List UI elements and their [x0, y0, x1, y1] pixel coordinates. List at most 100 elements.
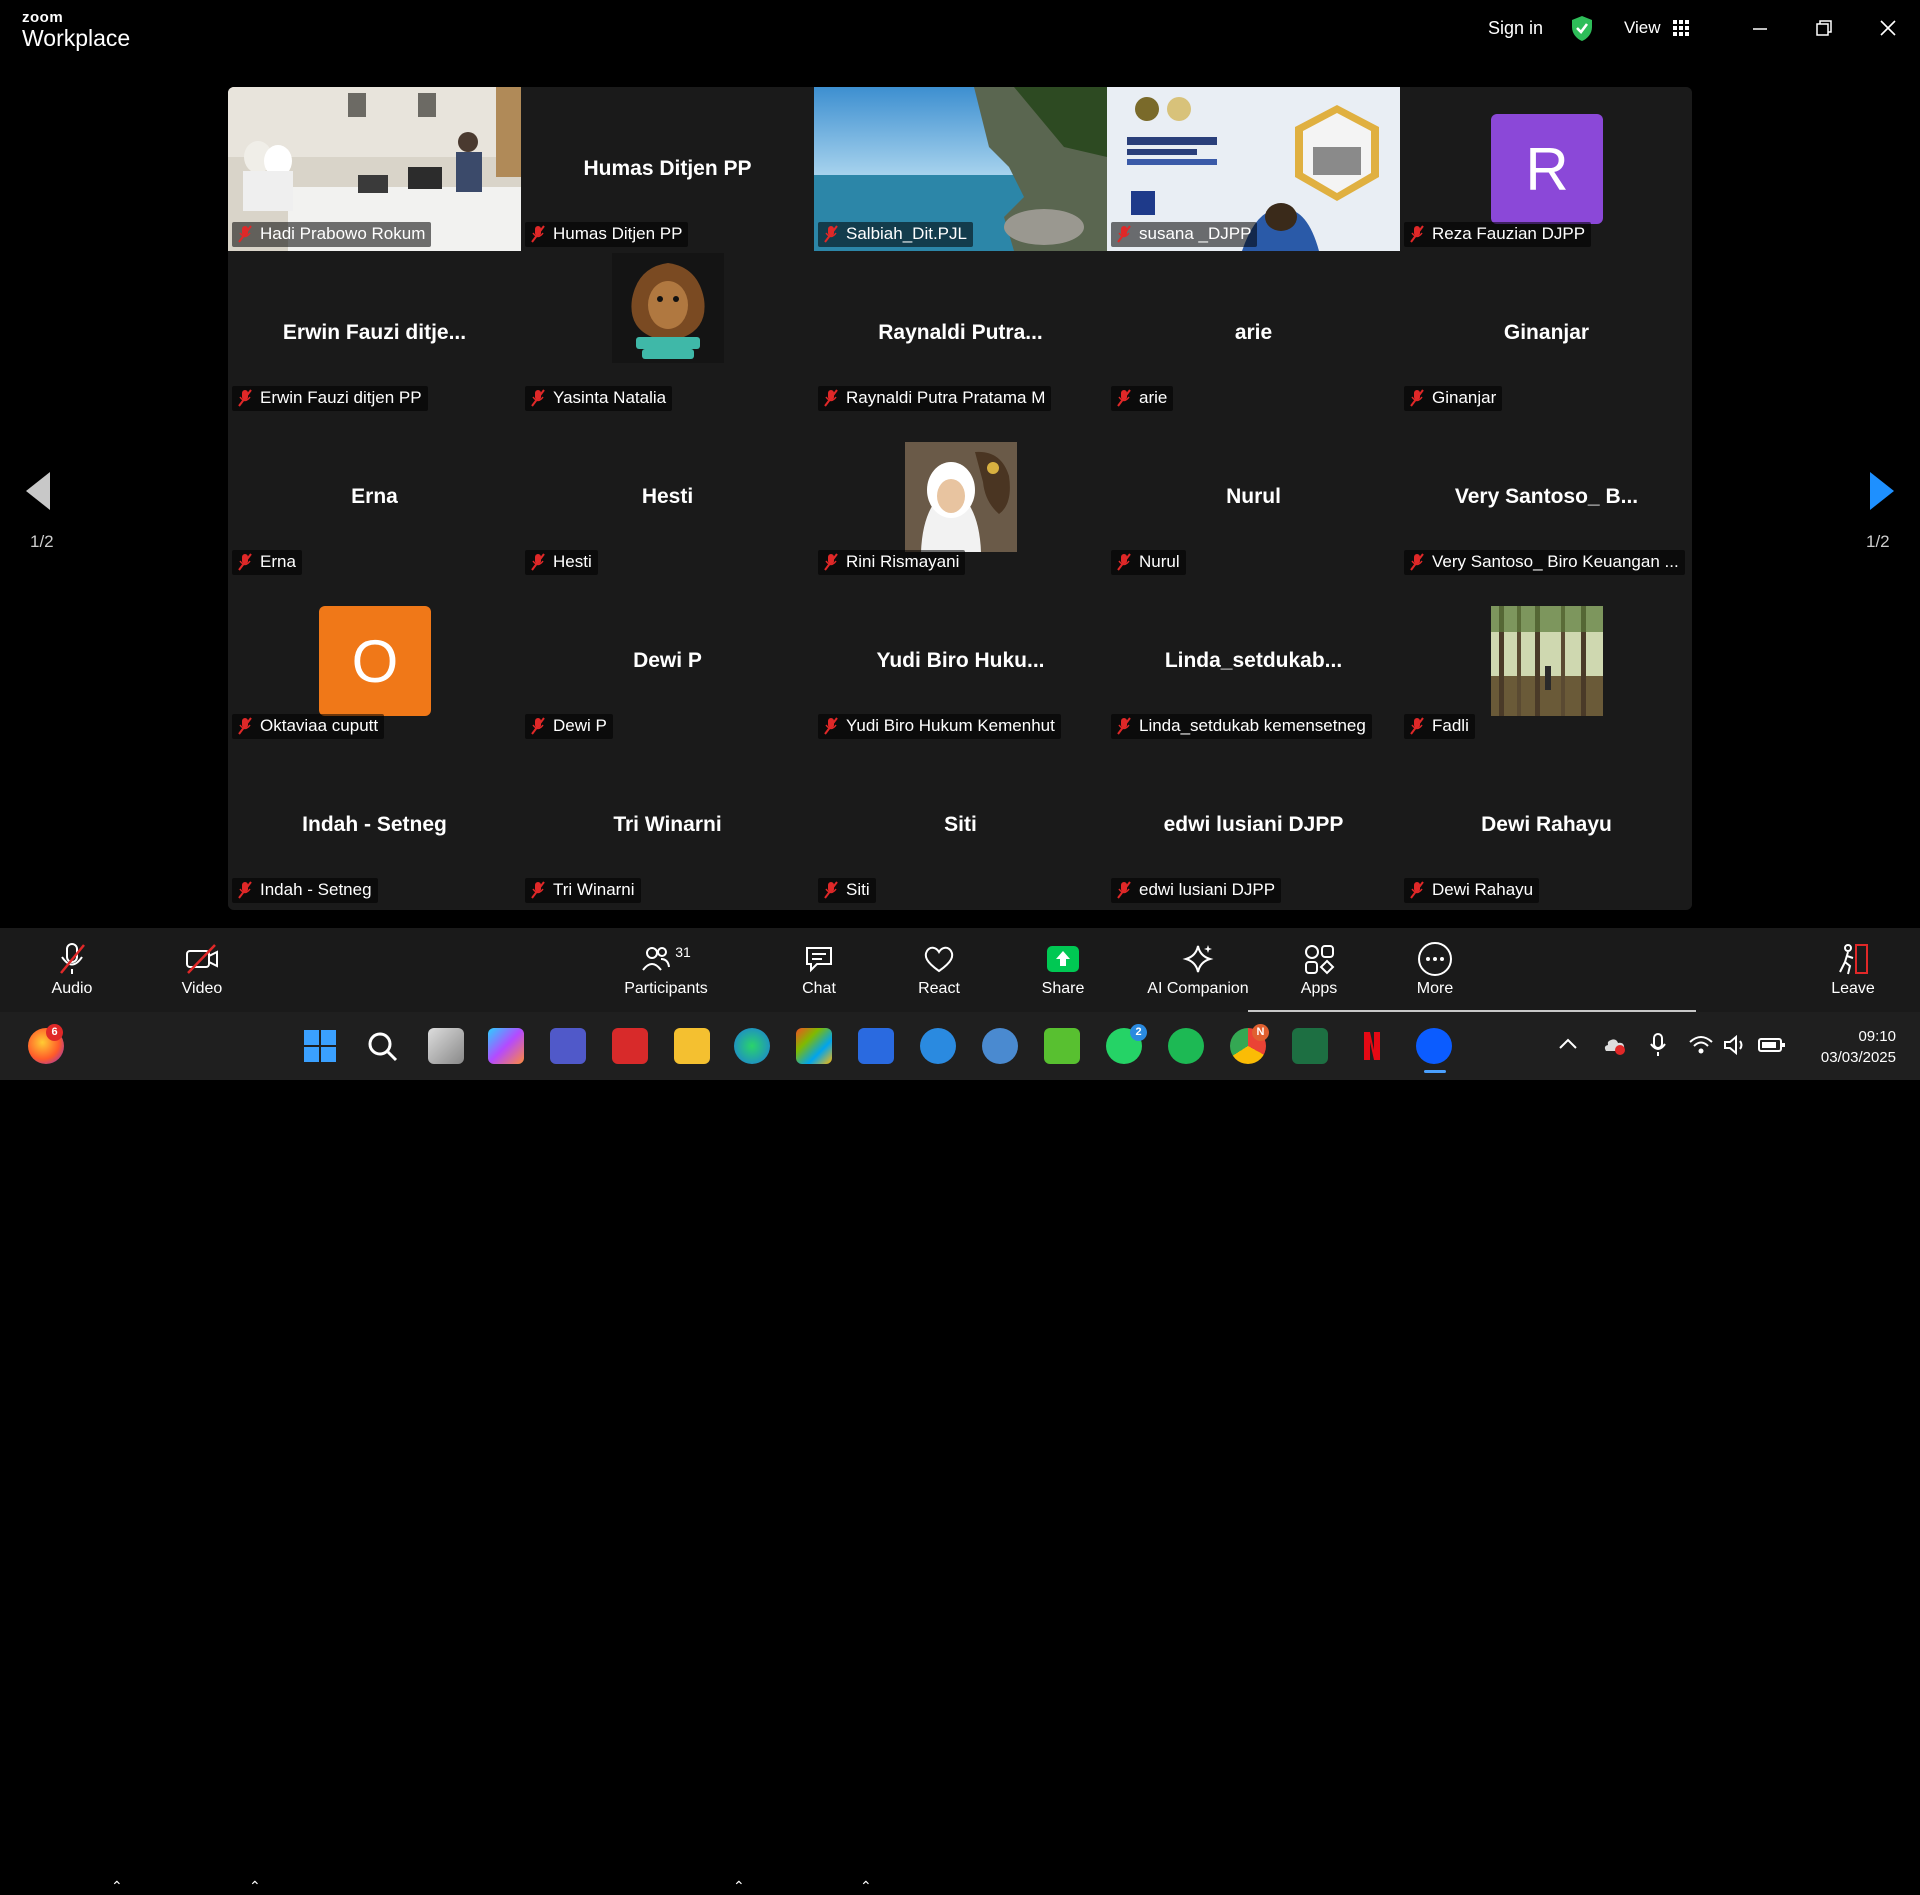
edge-icon[interactable] — [734, 1028, 770, 1064]
file-explorer-icon[interactable] — [674, 1028, 710, 1064]
prev-page-arrow-icon[interactable] — [24, 470, 52, 517]
chevron-up-icon[interactable] — [1556, 1034, 1580, 1059]
ai-companion-button[interactable]: AI Companion — [1138, 928, 1258, 1012]
participant-label: Siti — [818, 878, 876, 903]
participant-name: Tri Winarni — [553, 880, 635, 899]
video-tile[interactable]: Rini Rismayani — [814, 415, 1107, 579]
view-button[interactable]: View — [1624, 18, 1661, 38]
system-clock[interactable]: 09:10 03/03/2025 — [1806, 1026, 1896, 1068]
video-tile[interactable]: Indah - Setneg Indah - Setneg — [228, 743, 521, 907]
mic-muted-icon — [1117, 717, 1131, 735]
share-label: Share — [1041, 980, 1085, 997]
video-tile[interactable]: Hadi Prabowo Rokum — [228, 87, 521, 251]
cloud-error-icon[interactable] — [1600, 1034, 1626, 1061]
excel-icon[interactable] — [1292, 1028, 1328, 1064]
help-icon[interactable] — [920, 1028, 956, 1064]
audio-options-caret-icon[interactable]: ⌃ — [111, 1878, 123, 1895]
mic-muted-icon — [238, 553, 252, 571]
shield-check-icon[interactable] — [1570, 15, 1594, 47]
close-button[interactable] — [1868, 14, 1908, 44]
video-tile[interactable]: Very Santoso_ B... Very Santoso_ Biro Ke… — [1400, 415, 1692, 579]
react-button[interactable]: React — [908, 928, 970, 1012]
spotify-icon[interactable] — [1168, 1028, 1204, 1064]
mic-muted-icon — [531, 717, 545, 735]
chat-options-caret-icon[interactable]: ⌃ — [860, 1878, 872, 1895]
grid-icon[interactable] — [1673, 20, 1689, 36]
video-tile[interactable]: Hesti Hesti — [521, 415, 814, 579]
mic-muted-icon — [824, 225, 838, 243]
participant-label: Erna — [232, 550, 302, 575]
windows-start-icon[interactable] — [302, 1028, 338, 1064]
video-tile[interactable]: Yasinta Natalia — [521, 251, 814, 415]
participants-button[interactable]: 31 Participants — [616, 928, 716, 1012]
participant-display-name: edwi lusiani DJPP — [1163, 813, 1344, 836]
teams-icon[interactable] — [550, 1028, 586, 1064]
chat-button[interactable]: Chat — [788, 928, 850, 1012]
minimize-button[interactable] — [1740, 14, 1780, 44]
participant-name: arie — [1139, 388, 1168, 407]
task-view-icon[interactable] — [428, 1028, 464, 1064]
browser-icon[interactable] — [982, 1028, 1018, 1064]
participant-label: Yudi Biro Hukum Kemenhut — [818, 714, 1061, 739]
participant-name: Linda_setdukab kemensetneg — [1139, 716, 1366, 735]
sign-in-link[interactable]: Sign in — [1488, 18, 1543, 39]
participant-name: Salbiah_Dit.PJL — [846, 224, 967, 243]
next-page-arrow-icon[interactable] — [1868, 470, 1896, 517]
video-tile[interactable]: Fadli — [1400, 579, 1692, 743]
video-tile[interactable]: arie arie — [1107, 251, 1400, 415]
video-tile[interactable]: edwi lusiani DJPP edwi lusiani DJPP — [1107, 743, 1400, 907]
video-tile[interactable]: Erwin Fauzi ditje... Erwin Fauzi ditjen … — [228, 251, 521, 415]
video-tile[interactable]: Salbiah_Dit.PJL — [814, 87, 1107, 251]
video-tile[interactable]: O Oktaviaa cuputt — [228, 579, 521, 743]
video-tile[interactable]: susana _DJPP — [1107, 87, 1400, 251]
video-tile[interactable]: Siti Siti — [814, 743, 1107, 907]
participant-label: Dewi Rahayu — [1404, 878, 1540, 903]
video-tile[interactable]: Yudi Biro Huku... Yudi Biro Hukum Kemenh… — [814, 579, 1107, 743]
video-button[interactable]: Video — [172, 928, 232, 1012]
clock-date: 03/03/2025 — [1820, 1049, 1896, 1066]
zoom-taskbar-icon[interactable] — [1416, 1028, 1452, 1064]
participant-label: Raynaldi Putra Pratama M — [818, 386, 1052, 411]
leave-button[interactable]: Leave — [1822, 928, 1884, 1012]
participant-label: Very Santoso_ Biro Keuangan ... — [1404, 550, 1685, 575]
video-tile[interactable]: Linda_setdukab... Linda_setdukab kemense… — [1107, 579, 1400, 743]
video-tile[interactable]: Erna Erna — [228, 415, 521, 579]
participant-name: Fadli — [1432, 716, 1469, 735]
share-screen-icon — [1046, 942, 1080, 976]
share-button[interactable]: Share — [1032, 928, 1094, 1012]
music-app-icon[interactable] — [1044, 1028, 1080, 1064]
sparkle-icon — [1181, 942, 1215, 976]
participant-display-name: Hesti — [641, 485, 694, 508]
video-tile[interactable]: Dewi P Dewi P — [521, 579, 814, 743]
microsoft-store-icon[interactable] — [796, 1028, 832, 1064]
audio-button[interactable]: Audio — [42, 928, 102, 1012]
video-tile[interactable]: Raynaldi Putra... Raynaldi Putra Pratama… — [814, 251, 1107, 415]
search-icon[interactable] — [364, 1028, 400, 1064]
video-tile[interactable]: Dewi Rahayu Dewi Rahayu — [1400, 743, 1692, 907]
apps-button[interactable]: Apps — [1288, 928, 1350, 1012]
participant-name: Humas Ditjen PP — [553, 224, 683, 243]
participant-display-name: Dewi P — [633, 649, 702, 672]
restore-button[interactable] — [1804, 14, 1844, 44]
mcafee-icon[interactable] — [612, 1028, 648, 1064]
video-options-caret-icon[interactable]: ⌃ — [249, 1878, 261, 1895]
video-tile[interactable]: R Reza Fauzian DJPP — [1400, 87, 1692, 251]
participant-label: Erwin Fauzi ditjen PP — [232, 386, 428, 411]
participants-options-caret-icon[interactable]: ⌃ — [733, 1878, 745, 1895]
participant-display-name: Very Santoso_ B... — [1454, 485, 1639, 508]
video-tile[interactable]: Nurul Nurul — [1107, 415, 1400, 579]
participant-label: Dewi P — [525, 714, 613, 739]
participant-name: Indah - Setneg — [260, 880, 372, 899]
video-tile[interactable]: Ginanjar Ginanjar — [1400, 251, 1692, 415]
copilot-icon[interactable] — [488, 1028, 524, 1064]
video-tile[interactable]: Humas Ditjen PP Humas Ditjen PP — [521, 87, 814, 251]
speaker-icon[interactable] — [1722, 1034, 1748, 1061]
myhp-icon[interactable] — [858, 1028, 894, 1064]
battery-icon[interactable] — [1758, 1036, 1786, 1059]
logo-top: zoom — [22, 9, 64, 26]
video-tile[interactable]: Tri Winarni Tri Winarni — [521, 743, 814, 907]
wifi-icon[interactable] — [1688, 1034, 1714, 1061]
microphone-icon[interactable] — [1648, 1032, 1668, 1063]
netflix-icon[interactable] — [1354, 1028, 1390, 1064]
more-button[interactable]: More — [1404, 928, 1466, 1012]
